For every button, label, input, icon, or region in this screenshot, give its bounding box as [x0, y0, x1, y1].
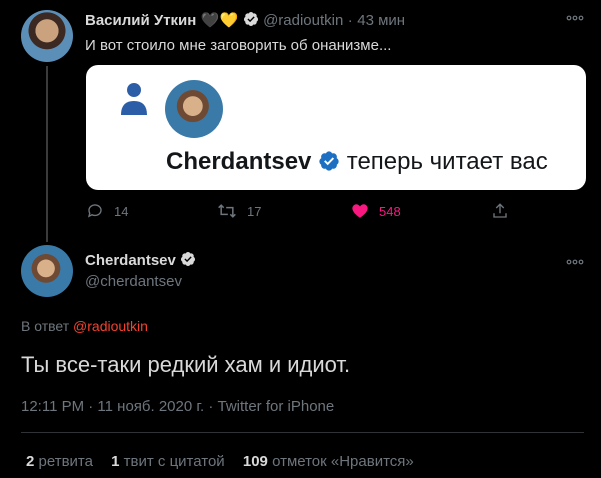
avatar[interactable] [21, 245, 73, 297]
like-button[interactable]: 548 [351, 202, 401, 220]
quotes-stat[interactable]: 1 твит с цитатой [111, 453, 229, 470]
author-name[interactable]: Василий Уткин [85, 12, 196, 29]
more-icon[interactable] [566, 253, 584, 269]
reply-count: 14 [114, 203, 129, 219]
like-count: 548 [379, 203, 401, 219]
reply-icon [87, 204, 102, 218]
separator-dot: · [347, 12, 353, 29]
quotes-label: твит с цитатой [123, 453, 225, 470]
card-avatar [165, 80, 223, 138]
likes-num: 109 [242, 453, 268, 470]
author-handle[interactable]: @radioutkin [263, 12, 343, 29]
thread-line [46, 66, 48, 242]
retweets-num: 2 [26, 453, 35, 470]
retweet-icon [218, 204, 236, 218]
share-icon [493, 203, 507, 218]
more-icon[interactable] [566, 9, 584, 25]
author-name[interactable]: Cherdantsev [85, 252, 176, 269]
tweet1-text: И вот стоило мне заговорить об онанизме.… [85, 37, 392, 54]
likes-label: отметок «Нравится» [272, 453, 414, 470]
retweet-count: 17 [247, 203, 262, 219]
tweet1-header: Василий Уткин 🖤💛 @radioutkin · 43 мин [85, 11, 405, 30]
heart-icon [352, 204, 368, 218]
embedded-image-card[interactable]: Cherdantsev теперь читает вас [86, 65, 586, 190]
retweets-label: ретвита [38, 453, 93, 470]
likes-stat[interactable]: 109 отметок «Нравится» [243, 453, 414, 470]
retweets-stat[interactable]: 2 ретвита [26, 453, 97, 470]
user-icon [121, 83, 147, 115]
verified-icon [243, 12, 258, 26]
tweet-meta[interactable]: 12:11 PM · 11 нояб. 2020 г. · Twitter fo… [21, 398, 334, 415]
reply-button[interactable]: 14 [86, 202, 128, 220]
avatar[interactable] [21, 10, 73, 62]
tweet2-text: Ты все-таки редкий хам и идиот. [21, 352, 351, 377]
share-button[interactable] [491, 202, 509, 220]
tweet2-author: Cherdantsev [85, 251, 196, 270]
reply-to-link[interactable]: @radioutkin [73, 318, 148, 334]
reply-prefix: В ответ [21, 318, 70, 334]
card-suffix: теперь читает вас [346, 148, 548, 175]
tweet-time[interactable]: 43 мин [357, 12, 405, 29]
verified-icon [319, 151, 339, 171]
tweet-stats: 2 ретвита 1 твит с цитатой 109 отметок «… [26, 453, 414, 470]
reply-to: В ответ @radioutkin [21, 318, 148, 334]
retweet-button[interactable]: 17 [217, 202, 261, 220]
hearts-emoji: 🖤💛 [200, 12, 239, 29]
card-name: Cherdantsev [166, 148, 312, 175]
card-follow-text: Cherdantsev теперь читает вас [166, 148, 548, 176]
divider [21, 432, 584, 433]
quotes-num: 1 [111, 453, 120, 470]
author-handle[interactable]: @cherdantsev [85, 273, 182, 290]
verified-icon [181, 252, 196, 266]
